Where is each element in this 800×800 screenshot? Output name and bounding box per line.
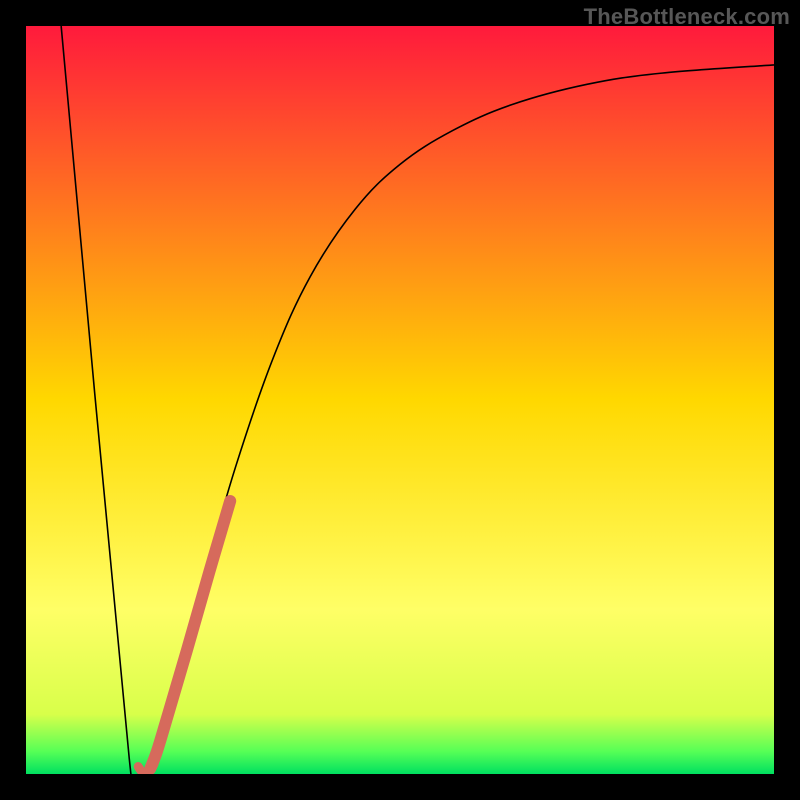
- chart-plot: [26, 26, 774, 774]
- chart-frame: TheBottleneck.com: [0, 0, 800, 800]
- gradient-rect: [26, 26, 774, 774]
- watermark-text: TheBottleneck.com: [584, 4, 790, 30]
